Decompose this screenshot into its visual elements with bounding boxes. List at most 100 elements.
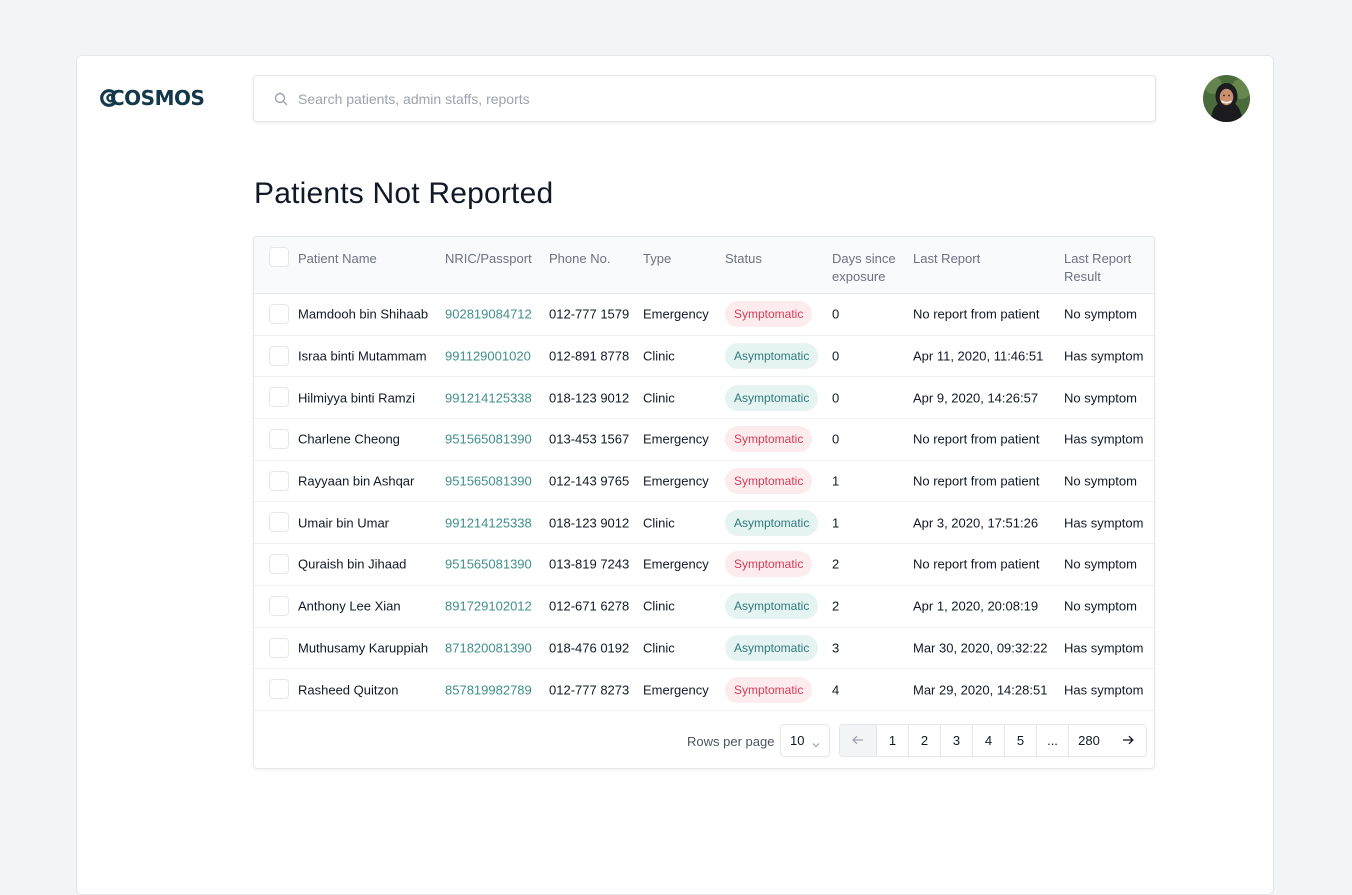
table-row[interactable]: Umair bin Umar 991214125338 018-123 9012 Cl…: [254, 502, 1154, 545]
patient-type: Emergency: [643, 473, 709, 489]
last-report: Mar 29, 2020, 14:28:51: [913, 682, 1048, 698]
search-bar[interactable]: [253, 75, 1156, 122]
status-badge: Symptomatic: [725, 426, 813, 453]
rows-per-page-label: Rows per page: [687, 734, 775, 749]
row-checkbox[interactable]: [269, 637, 289, 658]
patient-type: Emergency: [643, 431, 709, 447]
patient-name[interactable]: Mamdooh bin Shihaab: [298, 307, 428, 322]
last-report-result: No symptom: [1064, 473, 1137, 489]
last-report: Apr 9, 2020, 14:26:57: [913, 390, 1039, 406]
nric-link[interactable]: 951565081390: [445, 474, 532, 489]
table-row[interactable]: Rayyaan bin Ashqar 951565081390 012-143 97…: [254, 461, 1154, 503]
days-since-exposure: 0: [832, 348, 840, 364]
table-row[interactable]: Muthusamy Karuppiah 871820081390 018-476 0…: [254, 628, 1154, 670]
status-badge: Symptomatic: [725, 301, 813, 328]
page-button[interactable]: 280: [1069, 725, 1109, 756]
chevron-down-icon: [812, 737, 820, 748]
brand-logo[interactable]: COSMOS: [99, 86, 205, 110]
row-checkbox[interactable]: [269, 387, 289, 408]
table-row[interactable]: Rasheed Quitzon 857819982789 012-777 8273 E…: [254, 669, 1154, 711]
table-row[interactable]: Anthony Lee Xian 891729102012 012-671 6278…: [254, 586, 1154, 628]
row-checkbox[interactable]: [269, 470, 289, 491]
phone-number: 018-476 0192: [549, 640, 630, 656]
row-checkbox[interactable]: [269, 345, 289, 366]
col-header-patient-name[interactable]: Patient Name: [298, 250, 377, 268]
patient-name[interactable]: Rasheed Quitzon: [298, 682, 398, 697]
patient-name[interactable]: Muthusamy Karuppiah: [298, 640, 428, 655]
patient-name[interactable]: Rayyaan bin Ashqar: [298, 474, 414, 489]
table-row[interactable]: Israa binti Mutammam 991129001020 012-891 …: [254, 336, 1154, 378]
patient-name[interactable]: Anthony Lee Xian: [298, 599, 401, 614]
rows-per-page-select[interactable]: 10: [780, 724, 830, 757]
patient-type: Emergency: [643, 682, 709, 698]
days-since-exposure: 0: [832, 390, 840, 406]
col-header-last-report-result[interactable]: Last Report Result: [1064, 250, 1131, 286]
nric-link[interactable]: 991214125338: [445, 390, 532, 405]
row-checkbox[interactable]: [269, 595, 289, 616]
row-checkbox[interactable]: [269, 554, 289, 575]
last-report: No report from patient: [913, 431, 1040, 447]
phone-number: 013-819 7243: [549, 556, 630, 572]
status-badge: Asymptomatic: [725, 384, 819, 411]
col-header-status[interactable]: Status: [725, 250, 762, 268]
nric-link[interactable]: 991129001020: [445, 349, 531, 364]
patient-type: Emergency: [643, 306, 709, 322]
days-since-exposure: 2: [832, 556, 840, 572]
last-report: No report from patient: [913, 306, 1040, 322]
row-checkbox[interactable]: [269, 429, 289, 450]
last-report-result: No symptom: [1064, 556, 1137, 572]
nric-link[interactable]: 857819982789: [445, 682, 532, 697]
last-report: Apr 11, 2020, 11:46:51: [913, 348, 1044, 364]
nric-link[interactable]: 951565081390: [445, 432, 532, 447]
patient-name[interactable]: Quraish bin Jihaad: [298, 557, 406, 572]
status-badge: Symptomatic: [725, 551, 813, 578]
patient-name[interactable]: Charlene Cheong: [298, 432, 400, 447]
table-row[interactable]: Mamdooh bin Shihaab 902819084712 012-777 1…: [254, 294, 1154, 336]
table-row[interactable]: Charlene Cheong 951565081390 013-453 1567 E…: [254, 419, 1154, 461]
col-header-result-line1: Last Report: [1064, 251, 1132, 266]
last-report-result: Has symptom: [1064, 431, 1144, 447]
page-button[interactable]: 2: [909, 725, 941, 756]
nric-link[interactable]: 991214125338: [445, 515, 532, 530]
phone-number: 012-777 1579: [549, 306, 630, 322]
row-checkbox[interactable]: [269, 512, 289, 533]
col-header-days-since-exposure[interactable]: Days since exposure: [832, 250, 896, 286]
patient-type: Clinic: [643, 515, 675, 531]
status-badge: Asymptomatic: [725, 343, 819, 370]
page-list: 1 2 3 4 5... 280: [877, 725, 1109, 756]
row-checkbox[interactable]: [269, 679, 289, 700]
patient-name[interactable]: Umair bin Umar: [298, 515, 389, 530]
status-badge: Asymptomatic: [725, 634, 819, 661]
page-button[interactable]: 4: [973, 725, 1005, 756]
page-button[interactable]: 5: [1005, 725, 1037, 756]
page-button[interactable]: 3: [941, 725, 973, 756]
nric-link[interactable]: 871820081390: [445, 640, 532, 655]
prev-page-button[interactable]: [840, 725, 877, 756]
table-row[interactable]: Quraish bin Jihaad 951565081390 013-819 72…: [254, 544, 1154, 586]
user-avatar[interactable]: [1203, 75, 1250, 122]
patient-name[interactable]: Israa binti Mutammam: [298, 349, 427, 364]
pagination: 1 2 3 4 5... 280: [839, 724, 1147, 757]
arrow-left-icon: [852, 733, 864, 748]
table-row[interactable]: Hilmiyya binti Ramzi 991214125338 018-123 …: [254, 377, 1154, 420]
patient-type: Clinic: [643, 640, 675, 656]
col-header-phone[interactable]: Phone No.: [549, 250, 610, 268]
search-input[interactable]: [298, 90, 1118, 107]
phone-number: 012-143 9765: [549, 473, 630, 489]
last-report: No report from patient: [913, 556, 1040, 572]
table-body: Mamdooh bin Shihaab 902819084712 012-777 1…: [254, 294, 1154, 711]
col-header-nric[interactable]: NRIC/Passport: [445, 250, 532, 268]
row-checkbox[interactable]: [269, 304, 289, 324]
patient-name[interactable]: Hilmiyya binti Ramzi: [298, 390, 415, 405]
nric-link[interactable]: 891729102012: [445, 599, 532, 614]
col-header-days-line2: exposure: [832, 269, 886, 284]
nric-link[interactable]: 951565081390: [445, 557, 532, 572]
page-button[interactable]: 1: [877, 725, 909, 756]
nric-link[interactable]: 902819084712: [445, 307, 532, 322]
col-header-type[interactable]: Type: [643, 250, 671, 268]
col-header-last-report[interactable]: Last Report: [913, 250, 980, 268]
col-header-result-line2: Result: [1064, 269, 1101, 284]
last-report-result: No symptom: [1064, 598, 1137, 614]
select-all-checkbox[interactable]: [269, 247, 289, 267]
next-page-button[interactable]: [1109, 725, 1146, 756]
